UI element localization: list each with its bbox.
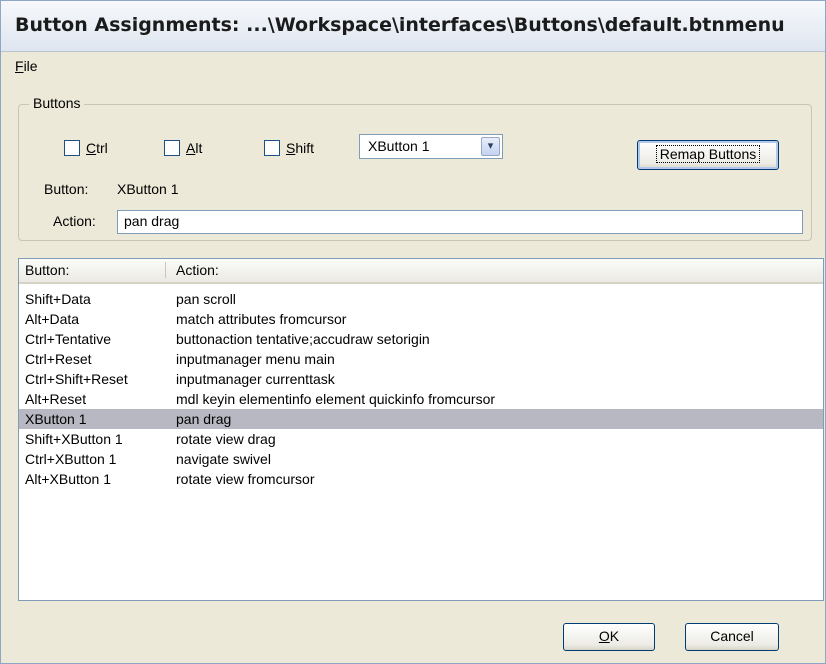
ctrl-checkbox-box[interactable] [64, 140, 80, 156]
buttons-group-legend: Buttons [29, 95, 85, 111]
list-item[interactable]: Alt+XButton 1 rotate view fromcursor [19, 469, 823, 489]
column-header-button[interactable]: Button: [25, 262, 69, 278]
list-item[interactable]: Ctrl+XButton 1 navigate swivel [19, 449, 823, 469]
button-select-value: XButton 1 [368, 138, 430, 154]
shift-checkbox-label: Shift [286, 140, 315, 156]
assignments-list[interactable]: Button: Action: Shift+Data pan scroll Alt… [18, 258, 824, 601]
alt-checkbox-box[interactable] [164, 140, 180, 156]
button-info-value: XButton 1 [117, 181, 179, 197]
list-item-selected[interactable]: XButton 1 pan drag [19, 409, 823, 429]
shift-checkbox-box[interactable] [264, 140, 280, 156]
action-input[interactable]: pan drag [117, 210, 803, 234]
button-assignments-dialog: Button Assignments: ...\Workspace\interf… [0, 0, 826, 664]
title-bar[interactable]: Button Assignments: ...\Workspace\interf… [1, 1, 825, 52]
ok-button[interactable]: OK [563, 623, 655, 651]
list-item[interactable]: Shift+Data pan scroll [19, 289, 823, 309]
alt-checkbox-label: Alt [186, 140, 203, 156]
ctrl-checkbox[interactable]: Ctrl [64, 138, 108, 158]
menu-bar: File [1, 52, 825, 82]
list-item[interactable]: Ctrl+Shift+Reset inputmanager currenttask [19, 369, 823, 389]
chevron-down-icon[interactable]: ▾ [481, 137, 500, 156]
column-header-action[interactable]: Action: [176, 262, 219, 278]
list-item[interactable]: Alt+Data match attributes fromcursor [19, 309, 823, 329]
list-item[interactable]: Shift+XButton 1 rotate view drag [19, 429, 823, 449]
list-item[interactable]: Ctrl+Tentative buttonaction tentative;acc… [19, 329, 823, 349]
window-title: Button Assignments: ...\Workspace\interf… [15, 14, 785, 36]
button-select[interactable]: XButton 1 ▾ [359, 134, 503, 159]
remap-buttons-label: Remap Buttons [655, 145, 761, 163]
ctrl-checkbox-label: Ctrl [86, 140, 108, 156]
remap-buttons-button[interactable]: Remap Buttons [637, 140, 779, 170]
alt-checkbox[interactable]: Alt [164, 138, 202, 158]
list-rows: Shift+Data pan scroll Alt+Data match attri… [19, 289, 823, 489]
list-header: Button: Action: [19, 259, 823, 284]
cancel-button-label: Cancel [710, 628, 754, 644]
ok-button-label: OK [598, 628, 620, 644]
shift-checkbox[interactable]: Shift [264, 138, 314, 158]
column-separator[interactable] [165, 262, 166, 278]
list-item[interactable]: Alt+Reset mdl keyin elementinfo element q… [19, 389, 823, 409]
cancel-button[interactable]: Cancel [685, 623, 779, 651]
button-info-label: Button: [44, 181, 89, 197]
menu-file[interactable]: File [15, 58, 38, 74]
list-item[interactable]: Ctrl+Reset inputmanager menu main [19, 349, 823, 369]
action-label: Action: [53, 213, 96, 229]
